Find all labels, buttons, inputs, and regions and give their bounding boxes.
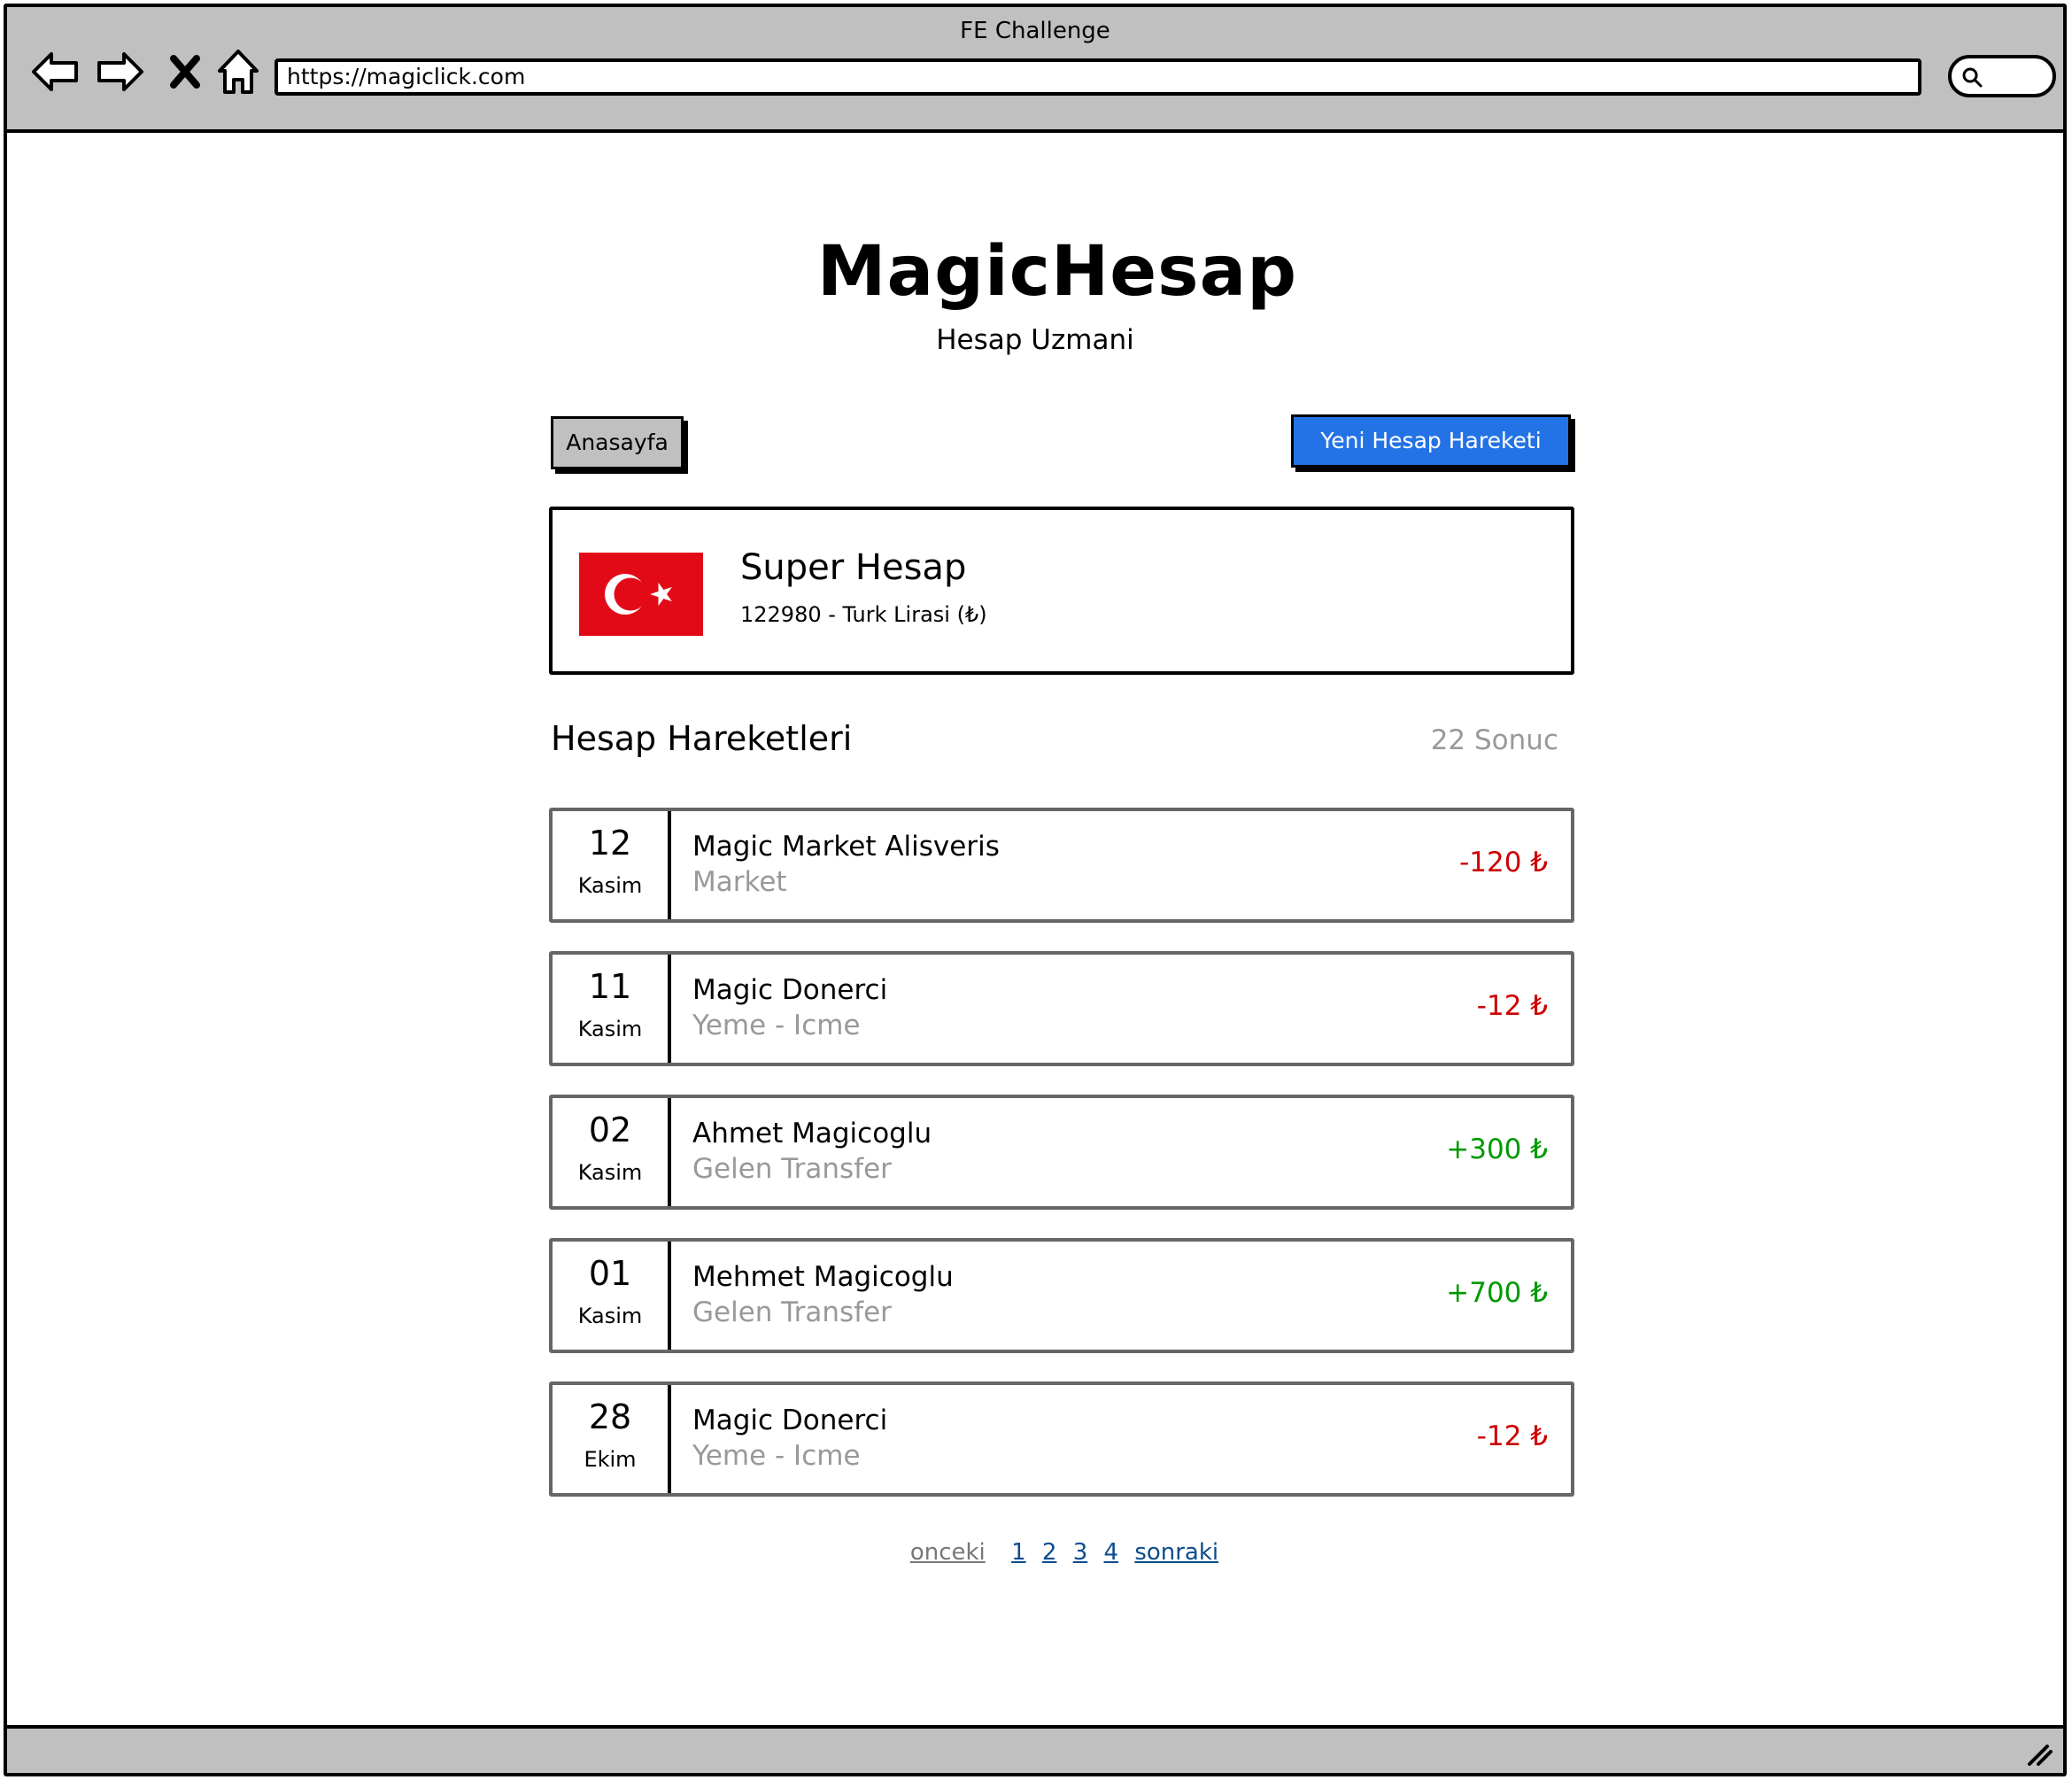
account-name: Super Hesap — [740, 547, 967, 588]
window-title: FE Challenge — [960, 18, 1110, 44]
pagination-next-link[interactable]: sonraki — [1134, 1539, 1218, 1566]
transaction-day: 02 — [588, 1111, 632, 1149]
transaction-date: 02 Kasim — [553, 1098, 671, 1206]
transaction-month: Kasim — [577, 873, 643, 898]
transaction-row[interactable]: 02 Kasim Ahmet Magicoglu Gelen Transfer … — [549, 1095, 1574, 1210]
pagination-page-2[interactable]: 2 — [1042, 1539, 1057, 1566]
page-subtitle: Hesap Uzmani — [936, 324, 1134, 356]
pagination-page-3[interactable]: 3 — [1073, 1539, 1088, 1566]
transaction-category: Yeme - Icme — [692, 1440, 861, 1472]
transaction-date: 12 Kasim — [553, 811, 671, 919]
account-card: Super Hesap 122980 - Turk Lirasi (₺) — [549, 507, 1574, 675]
transaction-date: 01 Kasim — [553, 1242, 671, 1350]
page-title: MagicHesap — [816, 232, 1298, 312]
pagination: onceki 1 2 3 4 sonraki — [7, 1539, 2063, 1566]
pagination-prev-link[interactable]: onceki — [910, 1539, 986, 1566]
pagination-page-1[interactable]: 1 — [1011, 1539, 1026, 1566]
page-content: MagicHesap Hesap Uzmani Anasayfa Yeni He… — [7, 136, 2063, 1730]
transaction-month: Kasim — [577, 1304, 643, 1328]
close-icon[interactable] — [159, 46, 211, 97]
transaction-date: 11 Kasim — [553, 955, 671, 1063]
transaction-category: Gelen Transfer — [692, 1296, 892, 1328]
transaction-name: Magic Donerci — [692, 974, 888, 1006]
transaction-row[interactable]: 12 Kasim Magic Market Alisveris Market -… — [549, 808, 1574, 923]
transaction-name: Mehmet Magicoglu — [692, 1261, 954, 1293]
transaction-day: 12 — [588, 824, 632, 863]
browser-chrome: FE Challenge https://magiclick.com — [7, 7, 2063, 133]
back-arrow-icon[interactable] — [30, 46, 81, 97]
forward-arrow-icon[interactable] — [94, 46, 145, 97]
address-bar[interactable]: https://magiclick.com — [274, 58, 1921, 96]
transaction-day: 01 — [588, 1254, 632, 1293]
search-icon — [1962, 67, 1983, 88]
transactions-title: Hesap Hareketleri — [551, 719, 853, 758]
pagination-page-4[interactable]: 4 — [1104, 1539, 1119, 1566]
transaction-month: Kasim — [577, 1017, 643, 1041]
account-detail: 122980 - Turk Lirasi (₺) — [740, 602, 987, 627]
home-icon[interactable] — [213, 46, 264, 97]
transaction-row[interactable]: 01 Kasim Mehmet Magicoglu Gelen Transfer… — [549, 1238, 1574, 1353]
resize-grip-icon[interactable] — [2024, 1737, 2054, 1768]
browser-status-bar — [7, 1725, 2063, 1773]
transaction-amount: +300 ₺ — [1446, 1134, 1548, 1165]
home-button[interactable]: Anasayfa — [551, 416, 684, 469]
transaction-name: Magic Market Alisveris — [692, 831, 1000, 863]
transaction-category: Gelen Transfer — [692, 1153, 892, 1185]
transaction-month: Kasim — [577, 1160, 643, 1185]
transaction-day: 28 — [588, 1397, 632, 1436]
browser-window: FE Challenge https://magiclick.com Magic… — [4, 4, 2067, 1776]
turkey-flag-icon — [579, 553, 703, 636]
browser-search-field[interactable] — [1948, 55, 2056, 97]
transaction-row[interactable]: 11 Kasim Magic Donerci Yeme - Icme -12 ₺ — [549, 951, 1574, 1066]
transaction-row[interactable]: 28 Ekim Magic Donerci Yeme - Icme -12 ₺ — [549, 1381, 1574, 1497]
result-count: 22 Sonuc — [1430, 724, 1558, 756]
transaction-amount: -12 ₺ — [1476, 990, 1548, 1022]
transaction-category: Market — [692, 866, 787, 898]
transaction-name: Ahmet Magicoglu — [692, 1118, 932, 1149]
transaction-category: Yeme - Icme — [692, 1010, 861, 1041]
transaction-day: 11 — [588, 967, 632, 1006]
transaction-amount: +700 ₺ — [1446, 1277, 1548, 1309]
transaction-month: Ekim — [584, 1447, 637, 1472]
transaction-amount: -120 ₺ — [1459, 847, 1548, 878]
transaction-name: Magic Donerci — [692, 1405, 888, 1436]
transaction-date: 28 Ekim — [553, 1385, 671, 1493]
transaction-amount: -12 ₺ — [1476, 1420, 1548, 1452]
new-transaction-button[interactable]: Yeni Hesap Hareketi — [1291, 414, 1571, 468]
